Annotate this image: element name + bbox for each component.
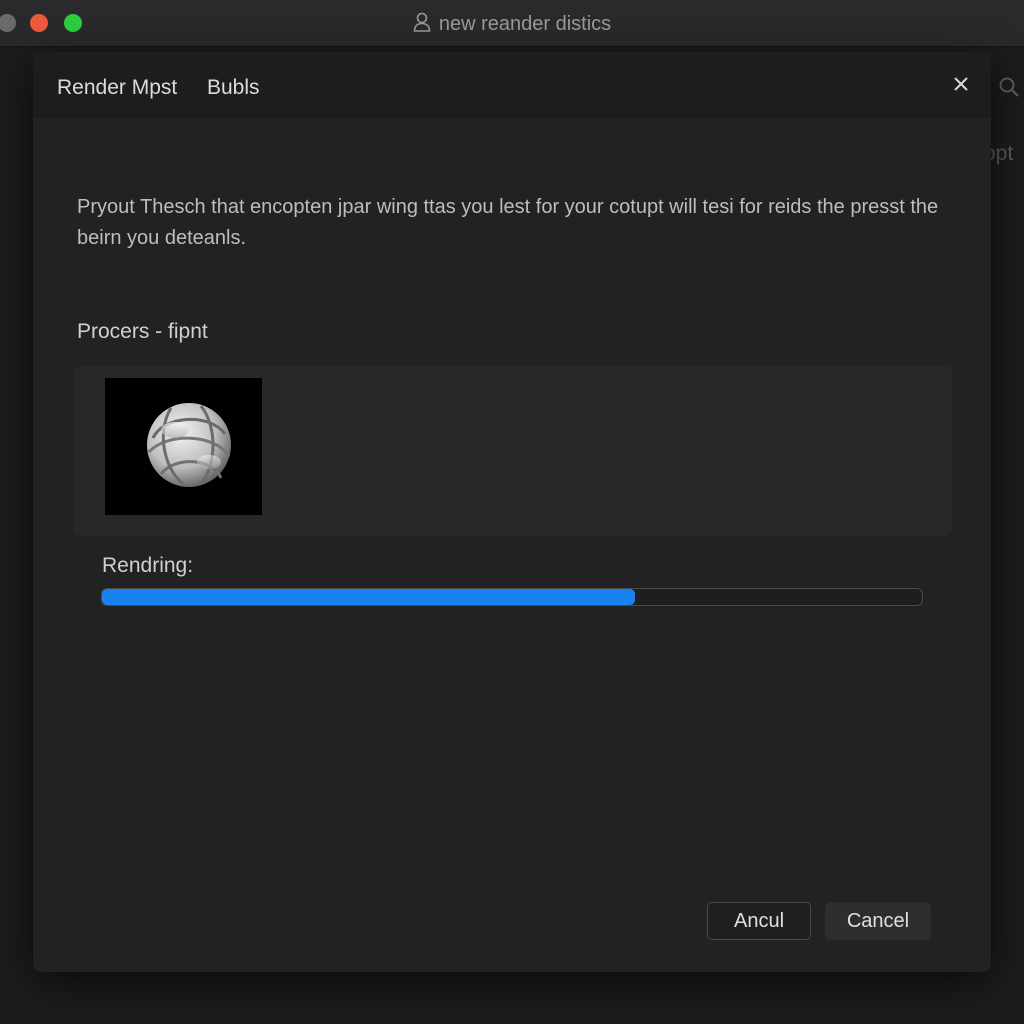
close-icon[interactable] bbox=[949, 72, 973, 96]
render-dialog: Render Mpst Bubls Pryout Thesch that enc… bbox=[33, 52, 991, 972]
window-title: new reander distics bbox=[0, 12, 1024, 38]
title-bar: new reander distics bbox=[0, 0, 1024, 47]
render-progress-bar bbox=[101, 588, 923, 606]
app-window: new reander distics opt Render Mpst Bubl… bbox=[0, 0, 1024, 1024]
progress-label: Rendring: bbox=[102, 554, 194, 577]
progress-fill bbox=[102, 589, 635, 605]
user-icon bbox=[413, 12, 431, 38]
section-label: Procers - fipnt bbox=[77, 320, 208, 343]
render-thumbnail bbox=[105, 378, 262, 515]
ancul-button[interactable]: Ancul bbox=[707, 902, 811, 940]
search-icon[interactable] bbox=[998, 76, 1020, 103]
preview-panel bbox=[74, 366, 952, 536]
cancel-button[interactable]: Cancel bbox=[825, 902, 931, 940]
tab-render[interactable]: Render Mpst bbox=[57, 76, 177, 100]
window-title-text: new reander distics bbox=[438, 13, 612, 35]
tab-bubls[interactable]: Bubls bbox=[207, 76, 260, 100]
dialog-description: Pryout Thesch that encopten jpar wing tt… bbox=[77, 196, 939, 249]
dialog-header: Render Mpst Bubls bbox=[33, 52, 991, 118]
knot-render-image bbox=[147, 403, 231, 487]
